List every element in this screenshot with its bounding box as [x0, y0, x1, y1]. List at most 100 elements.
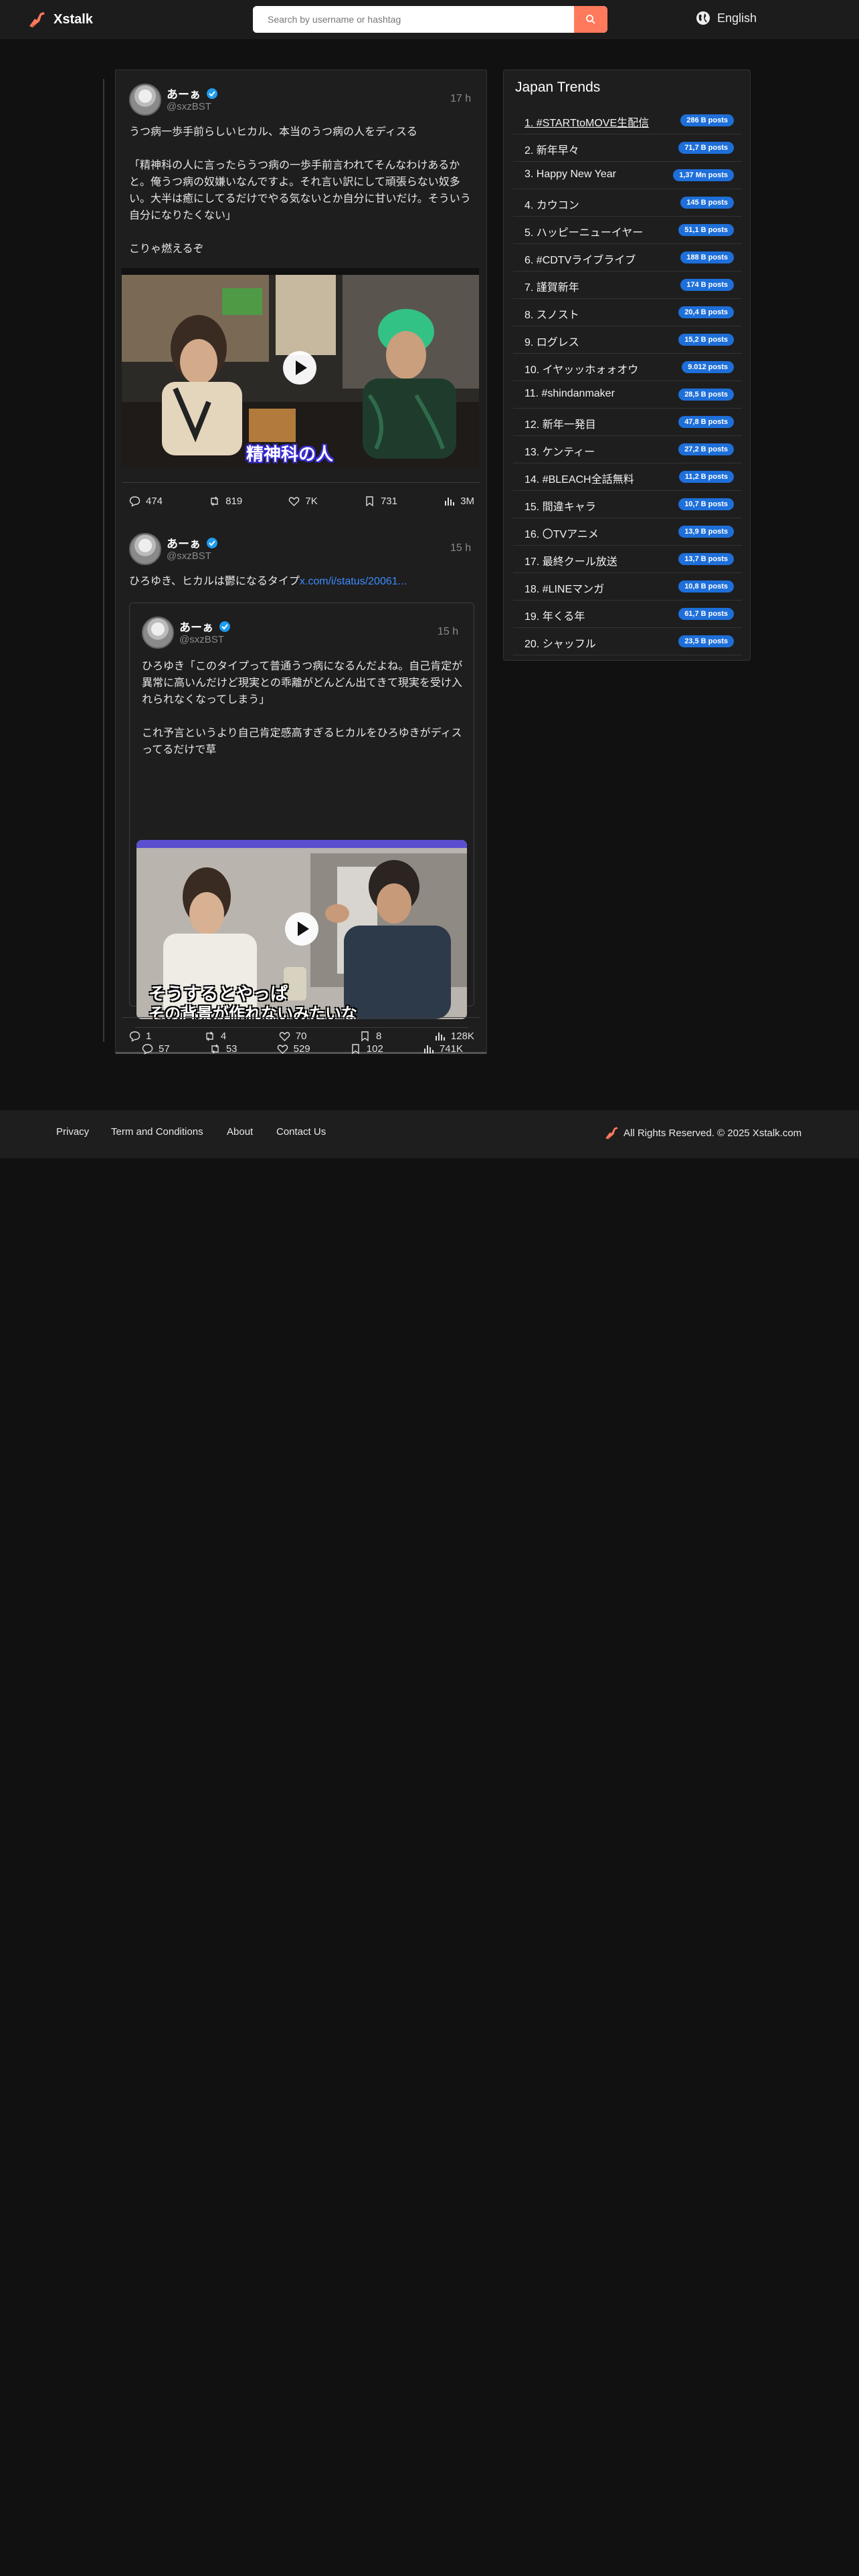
trend-post-count: 61,7 B posts — [678, 608, 734, 620]
trend-item[interactable]: 13. ケンティー 27,2 B posts — [513, 436, 742, 463]
trend-post-count: 13,7 B posts — [678, 553, 734, 565]
trend-item[interactable]: 4. カウコン 145 B posts — [513, 189, 742, 217]
thread-rail — [103, 79, 104, 1042]
post-author[interactable]: あーぁ — [167, 534, 218, 551]
language-selector[interactable]: English — [696, 11, 757, 25]
trend-item[interactable]: 2. 新年早々 71,7 B posts — [513, 134, 742, 162]
bookmark-button[interactable]: 102 — [350, 1043, 383, 1055]
trend-item[interactable]: 3. Happy New Year 1,37 Mn posts — [513, 162, 742, 189]
quoted-post[interactable]: あーぁ @sxzBST 15 h ひろゆき「このタイプって普通うつ病になるんだよ… — [129, 603, 474, 1055]
trend-item[interactable]: 6. #CDTVライブライブ 188 B posts — [513, 244, 742, 272]
trend-name: 3. Happy New Year — [524, 169, 616, 180]
post-text: ひろゆき、ヒカルは鬱になるタイプx.com/i/status/20061... — [129, 573, 474, 590]
divider — [122, 1017, 480, 1018]
brand-logo[interactable]: Xstalk — [27, 9, 93, 29]
trend-post-count: 51,1 B posts — [678, 224, 734, 236]
bookmark-button[interactable]: 8 — [359, 1031, 381, 1042]
trend-item[interactable]: 9. ログレス 15,2 B posts — [513, 326, 742, 354]
dinosaur-logo-icon — [605, 1127, 618, 1140]
search-bar — [253, 6, 607, 33]
like-button[interactable]: 529 — [277, 1043, 310, 1055]
repost-button[interactable]: 819 — [209, 496, 242, 507]
post-video[interactable]: 精神科の人 — [122, 268, 479, 467]
trend-name: 5. ハッピーニューイヤー — [524, 227, 644, 239]
views-chart-icon — [423, 1045, 434, 1053]
trends-title: Japan Trends — [515, 80, 601, 95]
trend-name: 13. ケンティー — [524, 447, 595, 458]
trend-name: 19. 年くる年 — [524, 611, 585, 623]
trend-item[interactable]: 18. #LINEマンガ 10,8 B posts — [513, 573, 742, 601]
post-time: 15 h — [438, 626, 459, 637]
trend-item[interactable]: 19. 年くる年 61,7 B posts — [513, 601, 742, 628]
repost-count: 53 — [225, 1043, 237, 1055]
trend-post-count: 71,7 B posts — [678, 142, 734, 154]
bookmark-count: 102 — [366, 1043, 383, 1055]
trend-name: 2. 新年早々 — [524, 145, 579, 156]
play-button[interactable] — [283, 351, 316, 385]
footer-link-about[interactable]: About — [227, 1126, 253, 1138]
trend-item[interactable]: 8. スノスト 20,4 B posts — [513, 299, 742, 326]
reply-button[interactable]: 1 — [129, 1031, 151, 1042]
trend-name: 14. #BLEACH全話無料 — [524, 474, 634, 486]
verified-badge-icon — [219, 621, 230, 632]
like-button[interactable]: 70 — [279, 1030, 307, 1042]
view-count: 741K — [439, 1043, 463, 1055]
play-button[interactable] — [285, 912, 318, 946]
reply-count: 1 — [146, 1030, 152, 1042]
status-link[interactable]: x.com/i/status/20061... — [300, 576, 407, 587]
quoted-author[interactable]: あーぁ — [179, 618, 231, 635]
avatar[interactable] — [129, 84, 161, 116]
trend-name: 16. 〇TVアニメ — [524, 529, 599, 540]
trend-item[interactable]: 5. ハッピーニューイヤー 51,1 B posts — [513, 217, 742, 244]
search-button[interactable] — [574, 6, 607, 33]
avatar[interactable] — [129, 533, 161, 565]
post-author[interactable]: あーぁ — [167, 85, 218, 102]
post-stats: 474 819 7K 731 3M — [129, 493, 474, 509]
copyright-text: All Rights Reserved. © 2025 Xstalk.com — [624, 1127, 802, 1139]
reply-button[interactable]: 57 — [142, 1043, 170, 1055]
repost-button[interactable]: 4 — [204, 1031, 226, 1042]
trend-item[interactable]: 17. 最終クール放送 13,7 B posts — [513, 546, 742, 573]
trend-name: 8. スノスト — [524, 310, 579, 321]
trend-item[interactable]: 14. #BLEACH全話無料 11,2 B posts — [513, 463, 742, 491]
footer-link-contact[interactable]: Contact Us — [276, 1126, 326, 1138]
trend-item[interactable]: 20. シャッフル 23,5 B posts — [513, 628, 742, 655]
view-count: 128K — [450, 1030, 474, 1042]
top-bar: Xstalk English — [0, 0, 859, 39]
trend-item[interactable]: 10. イヤッッホォォオウ 9.012 posts — [513, 354, 742, 381]
reply-button[interactable]: 474 — [129, 496, 163, 507]
trend-post-count: 1,37 Mn posts — [673, 169, 734, 181]
trend-item[interactable]: 7. 謹賀新年 174 B posts — [513, 272, 742, 299]
footer-link-privacy[interactable]: Privacy — [56, 1126, 89, 1138]
author-handle: @sxzBST — [167, 550, 211, 562]
footer-link-terms[interactable]: Term and Conditions — [111, 1126, 203, 1138]
trend-item[interactable]: 16. 〇TVアニメ 13,9 B posts — [513, 518, 742, 546]
views-button[interactable]: 3M — [444, 496, 474, 507]
trend-item[interactable]: 15. 間違キャラ 10,7 B posts — [513, 491, 742, 518]
avatar[interactable] — [142, 617, 174, 649]
footer: Privacy Term and Conditions About Contac… — [0, 1110, 859, 1158]
trend-item[interactable]: 11. #shindanmaker 28,5 B posts — [513, 381, 742, 409]
repost-button[interactable]: 53 — [209, 1043, 237, 1055]
post-text-body: ひろゆき、ヒカルは鬱になるタイプ — [129, 576, 300, 587]
trend-post-count: 174 B posts — [680, 279, 734, 291]
views-button[interactable]: 128K — [434, 1031, 474, 1042]
author-handle: @sxzBST — [167, 101, 211, 112]
like-count: 70 — [295, 1030, 307, 1042]
trends-panel: Japan Trends 1. #STARTtoMOVE生配信 286 B pos… — [503, 70, 751, 661]
video-caption: 精神科の人 — [246, 445, 334, 465]
dinosaur-logo-icon — [29, 12, 45, 27]
trend-post-count: 28,5 B posts — [678, 389, 734, 401]
search-icon — [586, 15, 595, 24]
author-handle: @sxzBST — [179, 634, 224, 645]
search-input[interactable] — [253, 6, 574, 33]
verified-badge-icon — [207, 88, 217, 99]
trend-item[interactable]: 12. 新年一発目 47,8 B posts — [513, 409, 742, 436]
quoted-video[interactable]: そうするとやっぱ その背景が作れないみたいな — [136, 840, 467, 1019]
bookmark-button[interactable]: 731 — [364, 496, 397, 507]
views-button[interactable]: 741K — [423, 1043, 463, 1055]
like-button[interactable]: 7K — [288, 496, 318, 507]
trend-item[interactable]: 1. #STARTtoMOVE生配信 286 B posts — [513, 107, 742, 134]
trend-post-count: 13,9 B posts — [678, 526, 734, 538]
copyright: All Rights Reserved. © 2025 Xstalk.com — [603, 1125, 801, 1141]
